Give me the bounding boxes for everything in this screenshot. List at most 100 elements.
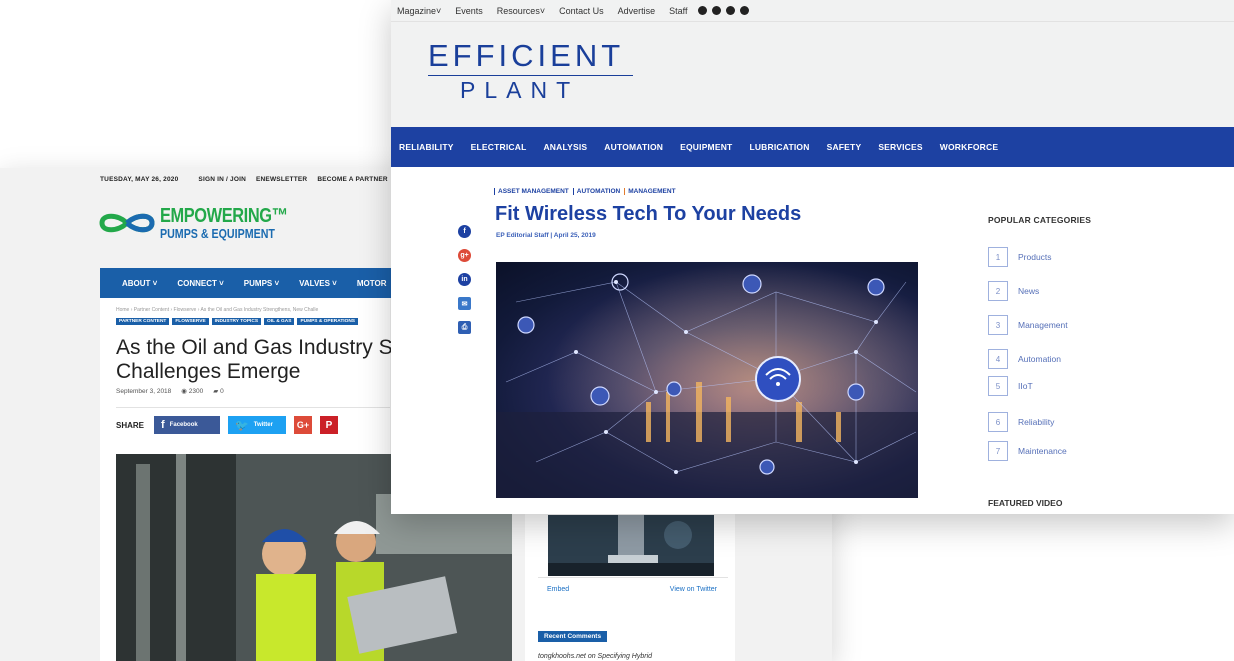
menu-staff[interactable]: Staff [669, 6, 687, 16]
popular-item[interactable]: 3 Management [988, 315, 1068, 335]
nav-workforce[interactable]: WORKFORCE [940, 142, 998, 152]
menu-events[interactable]: Events [455, 6, 483, 16]
social-icons [697, 6, 749, 15]
article-meta: September 3, 2018 ◉ 2300 ▰ 0 [116, 387, 224, 396]
popular-item[interactable]: 6 Reliability [988, 412, 1054, 432]
featured-video-heading: FEATURED VIDEO [988, 498, 1063, 508]
breadcrumb[interactable]: Home › Partner Content › Flowserve › As … [116, 307, 318, 313]
item-number: 6 [988, 412, 1008, 432]
category-management[interactable]: MANAGEMENT [624, 188, 676, 195]
nav-reliability[interactable]: RELIABILITY [399, 142, 454, 152]
article-byline[interactable]: EP Editorial Staff | April 25, 2019 [496, 232, 596, 239]
enewsletter-link[interactable]: ENEWSLETTER [256, 176, 307, 183]
empowering-pumps-logo[interactable]: EMPOWERING™ PUMPS & EQUIPMENT [98, 206, 316, 240]
item-label: Automation [1018, 354, 1061, 364]
wireless-network-hero-image [496, 262, 918, 498]
popular-item[interactable]: 4 Automation [988, 349, 1061, 369]
item-label: IIoT [1018, 381, 1033, 391]
become-partner-link[interactable]: BECOME A PARTNER [317, 176, 388, 183]
nav-about[interactable]: ABOUT ˅ [122, 279, 157, 288]
popular-item[interactable]: 2 News [988, 281, 1039, 301]
item-label: Maintenance [1018, 446, 1067, 456]
pumps-sidebar: Embed View on Twitter Recent Comments to… [525, 513, 735, 661]
nav-equipment[interactable]: EQUIPMENT [680, 142, 732, 152]
logo-line-2: PUMPS & EQUIPMENT [160, 226, 275, 241]
eye-icon: ◉ [181, 388, 187, 395]
nav-safety[interactable]: SAFETY [827, 142, 862, 152]
facebook-icon: f [161, 419, 165, 431]
nav-lubrication[interactable]: LUBRICATION [749, 142, 809, 152]
logo-line-2: PLANT [460, 77, 580, 103]
embed-divider [538, 577, 728, 578]
linkedin-share-icon[interactable]: in [458, 273, 471, 286]
logo-line-1: EFFICIENT [428, 38, 625, 73]
screenshot-stage: TUESDAY, MAY 26, 2020 SIGN IN / JOIN ENE… [0, 0, 1234, 661]
twitter-share-button[interactable]: 🐦 Twitter [228, 416, 287, 434]
ep-main-nav: RELIABILITY ELECTRICAL ANALYSIS AUTOMATI… [391, 127, 1234, 167]
twitter-label: Twitter [253, 422, 273, 428]
nav-pumps[interactable]: PUMPS ˅ [244, 279, 279, 288]
date-label: TUESDAY, MAY 26, 2020 [100, 176, 179, 183]
facebook-icon[interactable] [697, 6, 707, 15]
category-asset-management[interactable]: ASSET MANAGEMENT [494, 188, 569, 195]
pinterest-icon[interactable] [711, 6, 721, 15]
nav-services[interactable]: SERVICES [878, 142, 922, 152]
item-label: News [1018, 286, 1040, 296]
menu-contact-us[interactable]: Contact Us [559, 6, 604, 16]
microscope-image [548, 515, 714, 576]
category-automation[interactable]: AUTOMATION [572, 188, 620, 195]
pinterest-share-button[interactable]: P [320, 416, 339, 434]
tag-oil-gas[interactable]: OIL & GAS [264, 318, 295, 325]
nav-automation[interactable]: AUTOMATION [604, 142, 663, 152]
tag-pumps-operations[interactable]: PUMPS & OPERATIONS [297, 318, 359, 325]
article-categories: ASSET MANAGEMENT AUTOMATION MANAGEMENT [494, 188, 676, 195]
article-tags: PARTNER CONTENT FLOWSERVE INDUSTRY TOPIC… [116, 318, 359, 325]
views-value: 2300 [188, 388, 204, 395]
sign-in-link[interactable]: SIGN IN / JOIN [198, 176, 246, 183]
facebook-share-icon[interactable]: f [458, 225, 471, 238]
popular-categories-heading: POPULAR CATEGORIES [988, 215, 1092, 225]
tag-industry-topics[interactable]: INDUSTRY TOPICS [211, 318, 262, 325]
item-number: 7 [988, 441, 1008, 461]
nav-motors[interactable]: MOTOR [357, 279, 387, 288]
share-label: SHARE [116, 420, 145, 430]
divider [116, 407, 390, 408]
pumps-top-bar: TUESDAY, MAY 26, 2020 SIGN IN / JOIN ENE… [100, 176, 388, 183]
menu-resources[interactable]: Resources˅ [497, 6, 545, 16]
item-label: Management [1018, 320, 1068, 330]
item-label: Products [1018, 252, 1052, 262]
embed-link[interactable]: Embed [547, 586, 569, 593]
nav-analysis[interactable]: ANALYSIS [543, 142, 587, 152]
ep-share-icons: f g+ in ✉ ⎙ [458, 225, 471, 334]
google-plus-share-icon[interactable]: g+ [458, 249, 471, 262]
tag-flowserve[interactable]: FLOWSERVE [172, 318, 209, 325]
twitter-mail-share-icon[interactable]: ✉ [458, 297, 471, 310]
view-on-twitter-link[interactable]: View on Twitter [670, 586, 717, 593]
article-title: Fit Wireless Tech To Your Needs [495, 203, 802, 225]
item-number: 1 [988, 247, 1008, 267]
menu-magazine[interactable]: Magazine˅ [397, 6, 441, 16]
tag-partner-content[interactable]: PARTNER CONTENT [116, 318, 170, 325]
popular-item[interactable]: 5 IIoT [988, 376, 1033, 396]
nav-electrical[interactable]: ELECTRICAL [471, 142, 527, 152]
nav-valves[interactable]: VALVES ˅ [299, 279, 337, 288]
rss-icon[interactable] [739, 6, 749, 15]
print-icon[interactable]: ⎙ [458, 321, 471, 334]
google-plus-share-button[interactable]: G+ [294, 416, 313, 434]
menu-advertise[interactable]: Advertise [618, 6, 656, 16]
ep-top-bar: Magazine˅ Events Resources˅ Contact Us A… [391, 0, 1234, 22]
recent-comment-snippet[interactable]: tongkhoohs.net on Specifying Hybrid [538, 653, 652, 660]
efficient-plant-logo[interactable]: EFFICIENT PLANT [428, 40, 635, 102]
ep-article-area: ASSET MANAGEMENT AUTOMATION MANAGEMENT F… [391, 167, 1234, 514]
comments-count[interactable]: ▰ 0 [213, 387, 223, 395]
nav-connect[interactable]: CONNECT ˅ [177, 279, 223, 288]
linkedin-icon[interactable] [725, 6, 735, 15]
popular-item[interactable]: 1 Products [988, 247, 1052, 267]
logo-line-1: EMPOWERING™ [160, 205, 288, 227]
share-row: SHARE f Facebook 🐦 Twitter G+ P [116, 416, 339, 434]
popular-item[interactable]: 7 Maintenance [988, 441, 1067, 461]
popular-categories: POPULAR CATEGORIES 1 Products 2 News 3 Mana… [988, 215, 1188, 461]
embed-links: Embed View on Twitter [547, 586, 717, 593]
item-number: 2 [988, 281, 1008, 301]
facebook-share-button[interactable]: f Facebook [154, 416, 221, 434]
